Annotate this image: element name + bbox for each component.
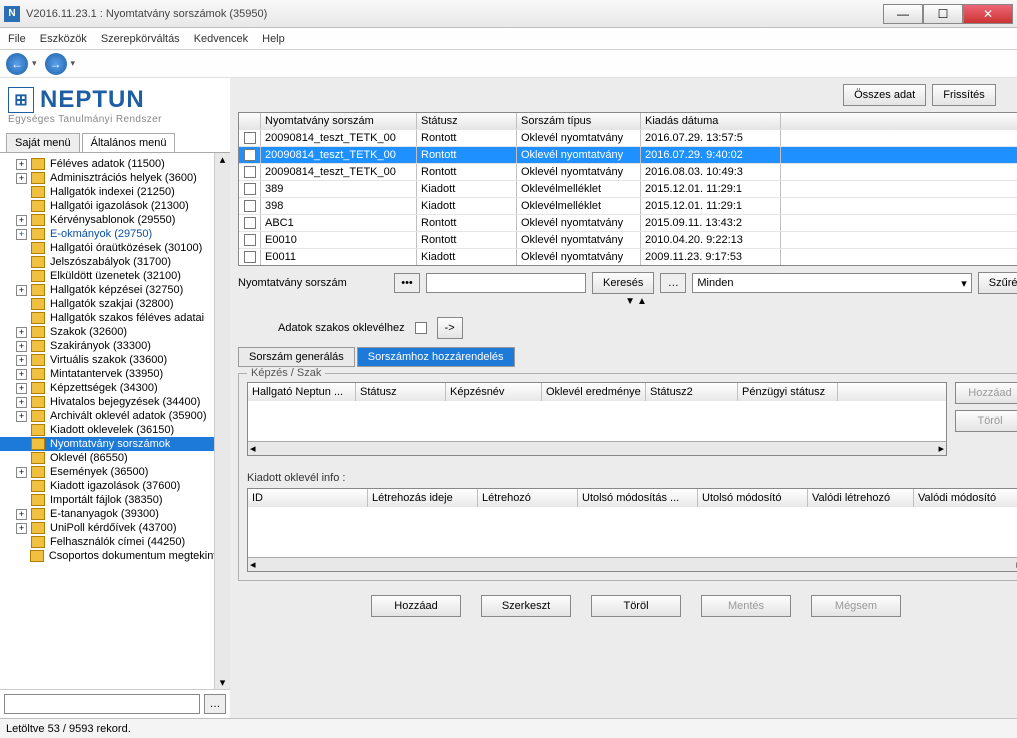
info-label: Kiadott oklevél info :	[247, 472, 1017, 484]
tree-item[interactable]: +Adminisztrációs helyek (3600)	[0, 171, 230, 185]
grid-row[interactable]: 20090814_teszt_TETK_00RontottOklevél nyo…	[239, 129, 1017, 146]
tree-search-button[interactable]: …	[204, 694, 226, 714]
tab-assign[interactable]: Sorszámhoz hozzárendelés	[357, 347, 515, 367]
tree-item[interactable]: +Hallgatók képzései (32750)	[0, 283, 230, 297]
collapse-down-icon[interactable]: ▼	[625, 296, 635, 307]
filter-button[interactable]: Szűrés	[978, 272, 1017, 294]
tree-item[interactable]: Kiadott igazolások (37600)	[0, 479, 230, 493]
tree-item[interactable]: +Féléves adatok (11500)	[0, 157, 230, 171]
tree-search-input[interactable]	[4, 694, 200, 714]
tree-item[interactable]: Oklevél (86550)	[0, 451, 230, 465]
search-button[interactable]: Keresés	[592, 272, 654, 294]
grid-row[interactable]: 398KiadottOklevélmelléklet2015.12.01. 11…	[239, 197, 1017, 214]
tree-item[interactable]: Hallgatók szakjai (32800)	[0, 297, 230, 311]
inner-grid-hscroll[interactable]: ◂▸	[248, 441, 946, 455]
search-more-button[interactable]: …	[660, 273, 686, 293]
minimize-button[interactable]: —	[883, 4, 923, 24]
group-title: Képzés / Szak	[247, 367, 325, 379]
nav-forward-dropdown[interactable]: ▾	[71, 58, 76, 69]
logo-text: NEPTUN	[40, 86, 145, 114]
tree-item[interactable]: Hallgatók szakos féléves adatai	[0, 311, 230, 325]
tree-item[interactable]: Kiadott oklevelek (36150)	[0, 423, 230, 437]
tab-general-menu[interactable]: Általános menü	[82, 133, 176, 152]
search-input[interactable]	[426, 273, 586, 293]
tree-item[interactable]: +Képzettségek (34300)	[0, 381, 230, 395]
tree-item[interactable]: Importált fájlok (38350)	[0, 493, 230, 507]
tree-item[interactable]: +Virtuális szakok (33600)	[0, 353, 230, 367]
col-tipus[interactable]: Sorszám típus	[517, 113, 641, 129]
tree-item[interactable]: Felhasználók címei (44250)	[0, 535, 230, 549]
inner-grid-header: Hallgató Neptun ... Státusz Képzésnév Ok…	[248, 383, 946, 401]
tree-item[interactable]: +Archivált oklevél adatok (35900)	[0, 409, 230, 423]
info-grid-header: ID Létrehozás ideje Létrehozó Utolsó mód…	[248, 489, 1017, 507]
all-data-button[interactable]: Összes adat	[843, 84, 926, 106]
collapse-up-icon[interactable]: ▲	[637, 296, 647, 307]
menu-role[interactable]: Szerepkörváltás	[101, 33, 180, 45]
filter-select[interactable]: Minden▾	[692, 273, 971, 293]
menu-tools[interactable]: Eszközök	[40, 33, 87, 45]
nav-back-dropdown[interactable]: ▾	[32, 58, 37, 69]
logo-icon: ⊞	[8, 87, 34, 113]
adat-label: Adatok szakos oklevélhez	[278, 322, 405, 334]
col-sorszam[interactable]: Nyomtatvány sorszám	[261, 113, 417, 129]
info-grid-hscroll[interactable]: ◂▸	[248, 557, 1017, 571]
menu-fav[interactable]: Kedvencek	[194, 33, 248, 45]
tree-item[interactable]: +Események (36500)	[0, 465, 230, 479]
grid-row[interactable]: 20090814_teszt_TETK_00RontottOklevél nyo…	[239, 163, 1017, 180]
col-datum[interactable]: Kiadás dátuma	[641, 113, 781, 129]
tree-item[interactable]: Hallgatói óraütközések (30100)	[0, 241, 230, 255]
search-options-button[interactable]: •••	[394, 273, 420, 293]
tree-item[interactable]: Jelszószabályok (31700)	[0, 255, 230, 269]
grid-header: Nyomtatvány sorszám Státusz Sorszám típu…	[239, 113, 1017, 129]
tree-item[interactable]: +Kérvénysablonok (29550)	[0, 213, 230, 227]
window-title: V2016.11.23.1 : Nyomtatvány sorszámok (3…	[26, 8, 883, 20]
tree-item[interactable]: Csoportos dokumentum megtekintés	[0, 549, 230, 563]
group-add-button[interactable]: Hozzáad	[955, 382, 1017, 404]
menubar: File Eszközök Szerepkörváltás Kedvencek …	[0, 28, 1017, 50]
adat-arrow-button[interactable]: ->	[437, 317, 463, 339]
edit-button[interactable]: Szerkeszt	[481, 595, 571, 617]
logo-subtitle: Egységes Tanulmányi Rendszer	[8, 114, 222, 125]
tree-item[interactable]: +Mintatantervek (33950)	[0, 367, 230, 381]
add-button[interactable]: Hozzáad	[371, 595, 461, 617]
tree-item[interactable]: +E-okmányok (29750)	[0, 227, 230, 241]
tree-item[interactable]: +Szakok (32600)	[0, 325, 230, 339]
tab-own-menu[interactable]: Saját menü	[6, 133, 80, 152]
cancel-button[interactable]: Mégsem	[811, 595, 901, 617]
tree-view[interactable]: ▴▾ +Féléves adatok (11500)+Adminisztráci…	[0, 153, 230, 689]
search-label: Nyomtatvány sorszám	[238, 277, 388, 289]
tree-item[interactable]: Nyomtatvány sorszámok	[0, 437, 230, 451]
close-button[interactable]: ✕	[963, 4, 1013, 24]
grid-row[interactable]: 389KiadottOklevélmelléklet2015.12.01. 11…	[239, 180, 1017, 197]
tree-scrollbar[interactable]: ▴▾	[214, 153, 230, 689]
grid-row[interactable]: E0011KiadottOklevél nyomtatvány2009.11.2…	[239, 248, 1017, 265]
tab-generate[interactable]: Sorszám generálás	[238, 347, 355, 367]
maximize-button[interactable]: ☐	[923, 4, 963, 24]
tree-item[interactable]: +Szakirányok (33300)	[0, 339, 230, 353]
menu-help[interactable]: Help	[262, 33, 285, 45]
tree-item[interactable]: +E-tananyagok (39300)	[0, 507, 230, 521]
tree-item[interactable]: Hallgatók indexei (21250)	[0, 185, 230, 199]
tree-item[interactable]: Hallgatói igazolások (21300)	[0, 199, 230, 213]
grid-row[interactable]: 20090814_teszt_TETK_00RontottOklevél nyo…	[239, 146, 1017, 163]
grid-row[interactable]: E0010RontottOklevél nyomtatvány2010.04.2…	[239, 231, 1017, 248]
delete-button[interactable]: Töröl	[591, 595, 681, 617]
nav-back-button[interactable]: ←	[6, 53, 28, 75]
tree-item[interactable]: +Hivatalos bejegyzések (34400)	[0, 395, 230, 409]
status-text: Letöltve 53 / 9593 rekord.	[6, 723, 131, 735]
tree-item[interactable]: +UniPoll kérdőívek (43700)	[0, 521, 230, 535]
save-button[interactable]: Mentés	[701, 595, 791, 617]
nav-forward-button[interactable]: →	[45, 53, 67, 75]
group-del-button[interactable]: Töröl	[955, 410, 1017, 432]
menu-file[interactable]: File	[8, 33, 26, 45]
adat-checkbox[interactable]	[415, 322, 427, 334]
col-statusz[interactable]: Státusz	[417, 113, 517, 129]
tree-item[interactable]: Elküldött üzenetek (32100)	[0, 269, 230, 283]
refresh-button[interactable]: Frissítés	[932, 84, 996, 106]
grid-row[interactable]: ABC1RontottOklevél nyomtatvány2015.09.11…	[239, 214, 1017, 231]
app-icon: N	[4, 6, 20, 22]
